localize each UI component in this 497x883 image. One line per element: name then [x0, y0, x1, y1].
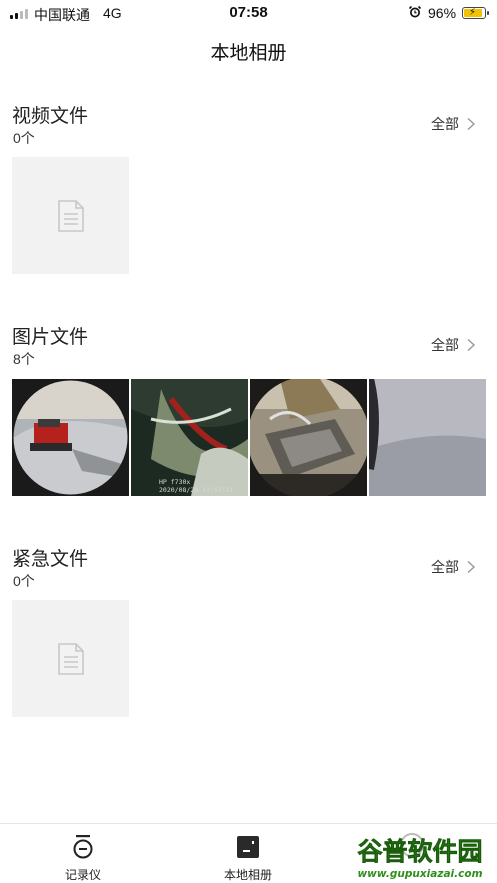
view-all-emergency-button[interactable]: 全部	[431, 557, 477, 577]
section-title: 紧急文件	[12, 549, 89, 570]
tab-dashcam[interactable]: 记录仪	[43, 834, 123, 883]
battery-charging-icon: ⚡	[462, 7, 489, 19]
chevron-right-icon	[467, 338, 476, 352]
status-bar: 中国联通 4G 07:58 96% ⚡	[0, 0, 497, 26]
section-count: 0个	[13, 130, 35, 146]
view-all-pictures-button[interactable]: 全部	[431, 335, 477, 355]
section-count: 0个	[13, 573, 35, 589]
view-all-label: 全部	[431, 116, 459, 132]
photo-thumbnail[interactable]	[369, 379, 486, 496]
view-all-label: 全部	[431, 559, 459, 575]
empty-video-placeholder	[12, 157, 129, 274]
view-all-videos-button[interactable]: 全部	[431, 114, 477, 134]
section-count: 8个	[13, 351, 35, 367]
tab-album[interactable]: 本地相册	[208, 834, 288, 883]
watermark-logo: 谷普软件园 www.gupuxiazai.com	[346, 829, 494, 883]
photo-thumbnail[interactable]: HP f730x 2020/08/29 11:57:11	[131, 379, 248, 496]
file-icon	[57, 199, 84, 232]
tab-label: 本地相册	[223, 868, 272, 882]
empty-emergency-placeholder	[12, 600, 129, 717]
svg-text:谷普软件园: 谷普软件园	[357, 837, 482, 866]
svg-text:www.gupuxiazai.com: www.gupuxiazai.com	[357, 868, 482, 880]
chevron-right-icon	[467, 117, 476, 131]
photo-timestamp: HP f730x 2020/08/29 11:57:11	[159, 478, 234, 494]
section-title: 视频文件	[12, 106, 89, 127]
photo-grid: HP f730x 2020/08/29 11:57:11	[12, 379, 486, 496]
view-all-label: 全部	[431, 337, 459, 353]
dashcam-icon	[73, 835, 93, 859]
photo-thumbnail[interactable]	[12, 379, 129, 496]
section-title: 图片文件	[12, 327, 89, 348]
clock: 07:58	[229, 4, 268, 21]
page-title: 本地相册	[210, 43, 287, 64]
file-icon	[57, 642, 84, 675]
album-icon	[237, 836, 259, 858]
tab-label: 记录仪	[64, 868, 101, 882]
chevron-right-icon	[467, 560, 476, 574]
alarm-icon	[408, 5, 422, 18]
photo-thumbnail[interactable]	[250, 379, 367, 496]
battery-percent: 96%	[428, 5, 457, 21]
